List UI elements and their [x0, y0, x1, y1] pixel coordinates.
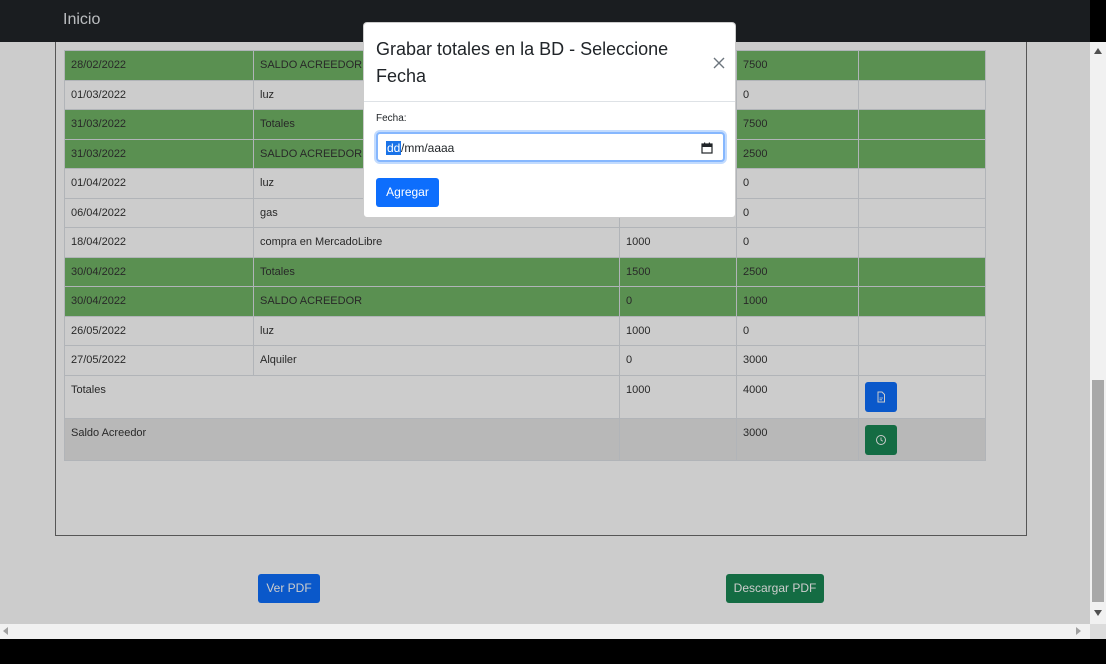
- scroll-down-icon[interactable]: [1094, 610, 1102, 616]
- scroll-up-icon[interactable]: [1094, 48, 1102, 54]
- scroll-corner: [1090, 624, 1106, 639]
- date-month-year-segment[interactable]: /mm/aaaa: [401, 141, 454, 155]
- scroll-left-icon[interactable]: [3, 627, 8, 635]
- viewport: Inicio 28/02/2022 SALDO ACREEDOR 7500 01/03…: [0, 0, 1090, 624]
- horizontal-scrollbar[interactable]: [0, 624, 1090, 639]
- fecha-date-input[interactable]: dd /mm/aaaa: [376, 132, 725, 162]
- scroll-right-icon[interactable]: [1076, 627, 1081, 635]
- vertical-scrollbar[interactable]: [1090, 42, 1106, 624]
- fecha-label: Fecha:: [376, 113, 407, 124]
- calendar-icon[interactable]: [701, 141, 713, 159]
- modal-title: Grabar totales en la BD - Seleccione Fec…: [376, 39, 669, 86]
- close-icon[interactable]: [712, 56, 726, 70]
- agregar-button[interactable]: Agregar: [376, 178, 439, 207]
- scrollbar-thumb[interactable]: [1092, 380, 1104, 602]
- modal-dialog: Grabar totales en la BD - Seleccione Fec…: [363, 22, 736, 218]
- modal-body: Fecha: dd /mm/aaaa: [376, 113, 726, 162]
- date-day-segment[interactable]: dd: [386, 141, 402, 155]
- modal-header: Grabar totales en la BD - Seleccione Fec…: [364, 23, 735, 102]
